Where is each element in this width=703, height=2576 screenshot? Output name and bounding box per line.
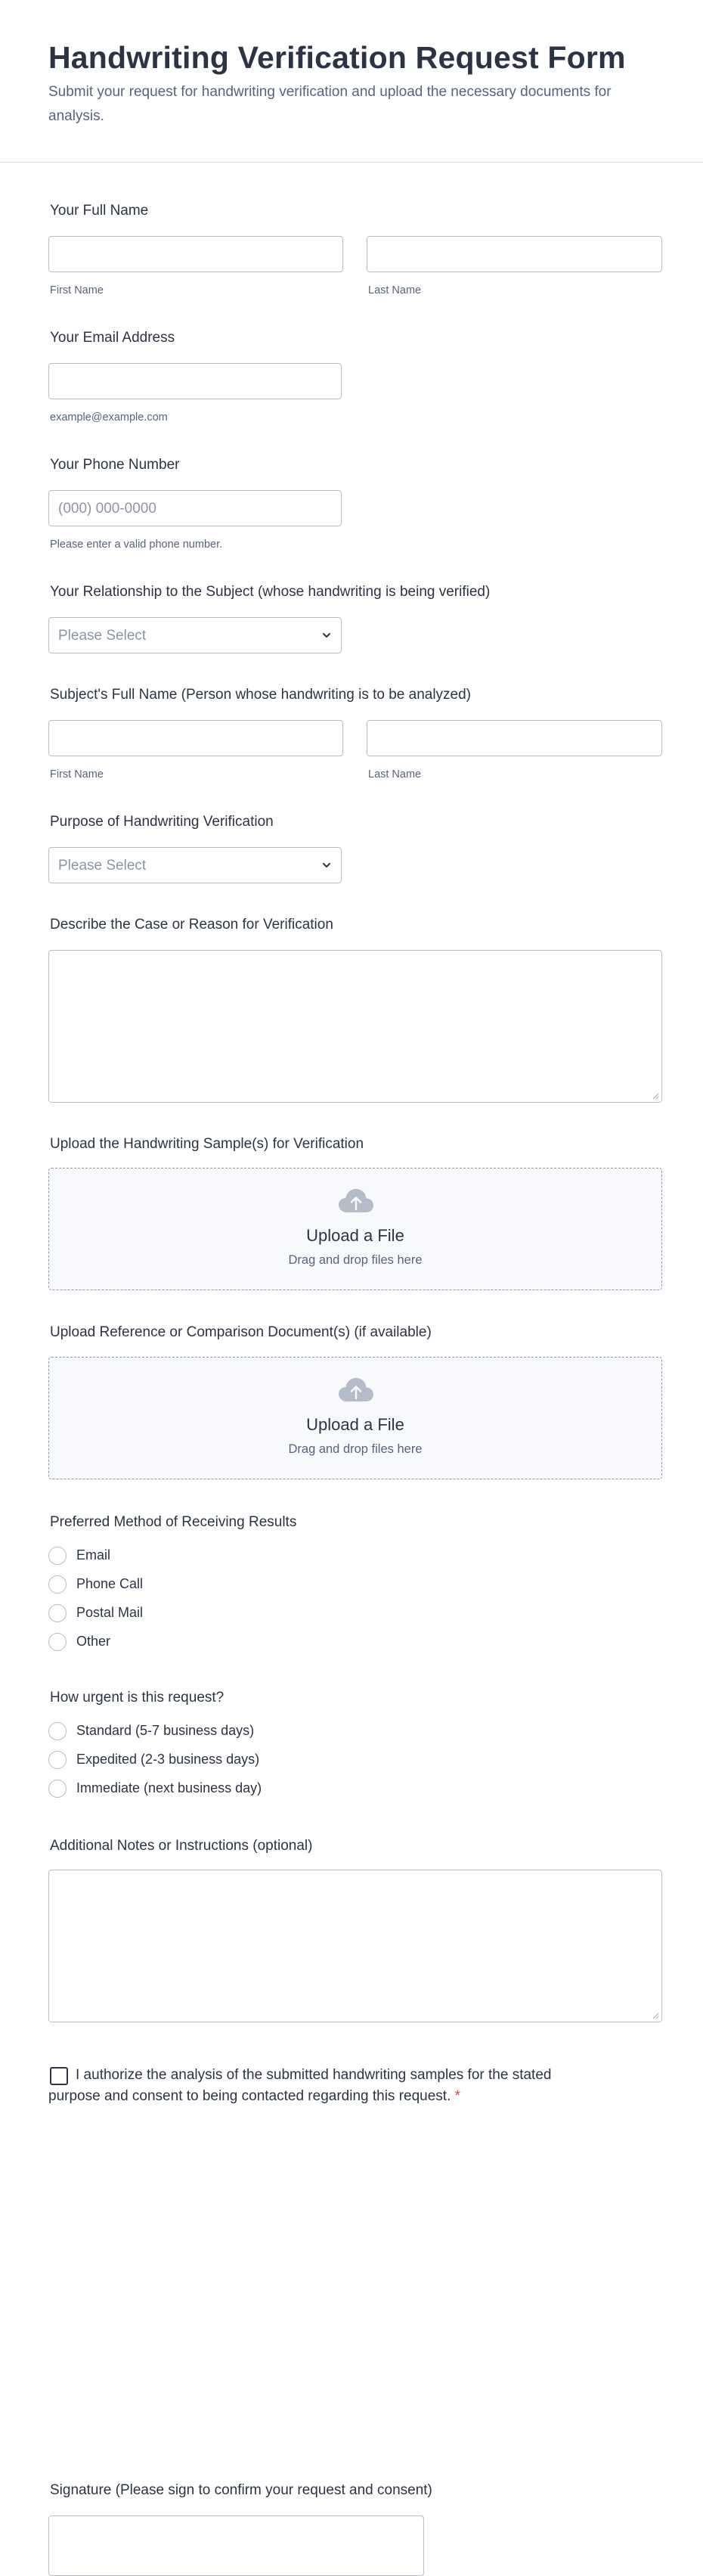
last-name-input[interactable]	[367, 236, 662, 272]
chevron-down-icon	[323, 863, 330, 867]
subject-last-name-sublabel: Last Name	[368, 768, 422, 781]
purpose-selected-value: Please Select	[58, 858, 147, 874]
radio-label: Phone Call	[76, 1576, 144, 1591]
upload-samples-title: Upload a File	[306, 1226, 404, 1245]
resize-grip-icon[interactable]	[652, 1092, 659, 1100]
page-title: Handwriting Verification Request Form	[48, 40, 626, 75]
radio-button[interactable]	[48, 1547, 67, 1565]
upload-reference-hint: Drag and drop files here	[288, 1442, 423, 1456]
relationship-select[interactable]: Please Select	[48, 617, 342, 653]
radio-label: Standard (5-7 business days)	[76, 1723, 255, 1738]
subject-last-name-input[interactable]	[367, 720, 662, 756]
upload-samples-hint: Drag and drop files here	[288, 1253, 423, 1267]
purpose-select[interactable]: Please Select	[48, 847, 342, 883]
notes-textarea[interactable]	[48, 1870, 662, 2022]
form-header: Handwriting Verification Request Form Su…	[0, 0, 703, 163]
full-name-label: Your Full Name	[50, 203, 149, 219]
case-description-label: Describe the Case or Reason for Verifica…	[50, 917, 333, 933]
phone-label: Your Phone Number	[50, 457, 180, 473]
upload-samples-dropzone[interactable]: Upload a File Drag and drop files here	[48, 1168, 662, 1290]
subject-name-label: Subject's Full Name (Person whose handwr…	[50, 687, 472, 703]
last-name-sublabel: Last Name	[368, 284, 422, 296]
notes-label: Additional Notes or Instructions (option…	[50, 1838, 313, 1854]
phone-input[interactable]: (000) 000-0000	[48, 490, 342, 526]
upload-reference-title: Upload a File	[306, 1415, 404, 1434]
email-field[interactable]	[48, 363, 342, 399]
radio-button[interactable]	[48, 1633, 67, 1651]
resize-grip-icon[interactable]	[652, 2012, 659, 2019]
relationship-label: Your Relationship to the Subject (whose …	[50, 584, 491, 600]
radio-label: Expedited (2-3 business days)	[76, 1752, 260, 1767]
urgency-label: How urgent is this request?	[50, 1690, 225, 1705]
subject-first-name-sublabel: First Name	[50, 768, 104, 781]
consent-text: I authorize the analysis of the submitte…	[48, 2065, 593, 2107]
page-subtitle: Submit your request for handwriting veri…	[48, 84, 612, 124]
results-method-label: Preferred Method of Receiving Results	[50, 1514, 297, 1530]
radio-button[interactable]	[48, 1751, 67, 1769]
chevron-down-icon	[323, 633, 330, 638]
first-name-sublabel: First Name	[50, 284, 104, 296]
radio-button[interactable]	[48, 1575, 67, 1594]
signature-pad[interactable]	[48, 2515, 424, 2576]
case-description-textarea[interactable]	[48, 950, 662, 1103]
cloud-upload-icon	[339, 1378, 373, 1401]
radio-label: Postal Mail	[76, 1605, 144, 1620]
radio-label: Immediate (next business day)	[76, 1780, 262, 1795]
required-marker: *	[454, 2088, 461, 2104]
radio-label: Other	[76, 1634, 111, 1649]
radio-button[interactable]	[48, 1780, 67, 1798]
first-name-input[interactable]	[48, 236, 343, 272]
upload-reference-label: Upload Reference or Comparison Document(…	[50, 1324, 432, 1340]
upload-reference-dropzone[interactable]: Upload a File Drag and drop files here	[48, 1357, 662, 1479]
cloud-upload-icon	[339, 1189, 373, 1212]
phone-sublabel: Please enter a valid phone number.	[50, 538, 223, 551]
purpose-label: Purpose of Handwriting Verification	[50, 814, 274, 830]
upload-samples-label: Upload the Handwriting Sample(s) for Ver…	[50, 1136, 364, 1152]
radio-button[interactable]	[48, 1604, 67, 1622]
consent-label: I authorize the analysis of the submitte…	[48, 2067, 552, 2104]
subject-first-name-input[interactable]	[48, 720, 343, 756]
relationship-selected-value: Please Select	[58, 628, 147, 644]
phone-placeholder: (000) 000-0000	[58, 501, 156, 517]
radio-label: Email	[76, 1547, 111, 1563]
email-sublabel: example@example.com	[50, 411, 168, 424]
signature-label: Signature (Please sign to confirm your r…	[50, 2482, 432, 2498]
email-label: Your Email Address	[50, 330, 175, 346]
radio-button[interactable]	[48, 1722, 67, 1740]
